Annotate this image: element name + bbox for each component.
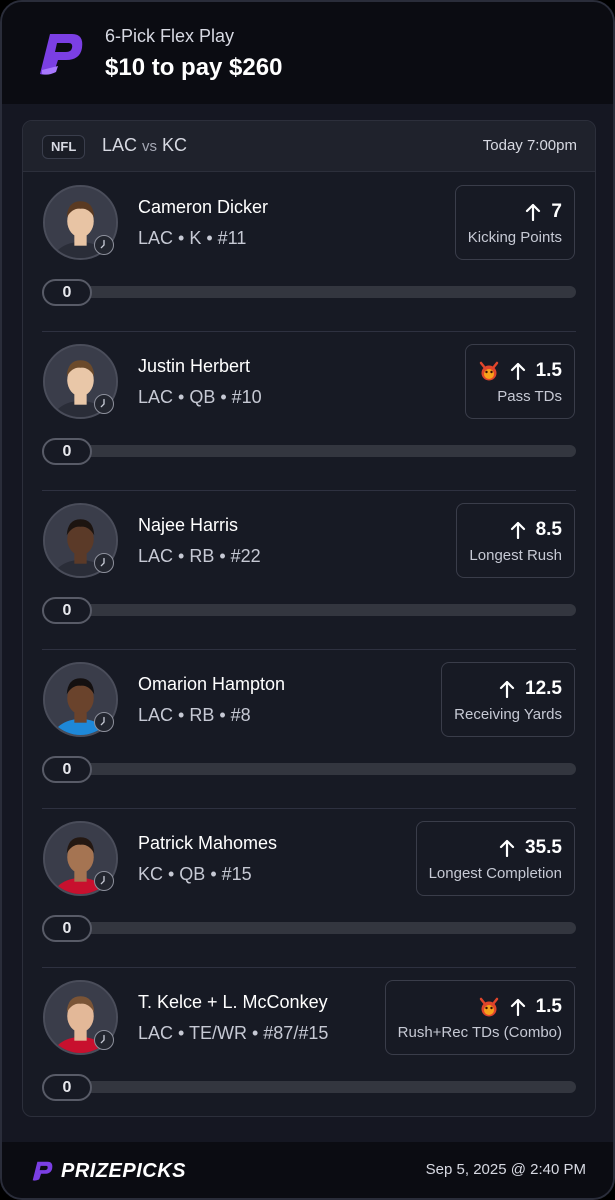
pick-row[interactable]: Patrick Mahomes KC • QB • #15 35.5 Longe… xyxy=(23,809,595,968)
player-name: Patrick Mahomes xyxy=(138,833,278,853)
prizepicks-logo-icon xyxy=(32,1161,53,1181)
line-value: 1.5 xyxy=(535,360,562,381)
projection-box[interactable]: 7 Kicking Points xyxy=(454,185,575,260)
stat-type: Pass TDs xyxy=(497,388,562,405)
progress-value: 0 xyxy=(42,597,92,624)
clock-icon xyxy=(94,871,114,891)
player-meta: LAC • RB • #22 xyxy=(138,546,261,566)
play-stake-payout: $10 to pay $260 xyxy=(105,54,283,81)
arrow-up-icon xyxy=(510,521,525,539)
projection-box[interactable]: 12.5 Receiving Yards xyxy=(441,662,575,737)
projection-line: 7 xyxy=(525,199,562,225)
stat-type: Kicking Points xyxy=(467,229,562,246)
arrow-up-icon xyxy=(510,362,525,380)
line-value: 35.5 xyxy=(525,837,562,858)
projection-box[interactable]: 1.5 Rush+Rec TDs (Combo) xyxy=(384,980,575,1055)
progress-value: 0 xyxy=(42,279,92,306)
league-badge: NFL xyxy=(42,135,86,159)
progress-track xyxy=(42,286,576,298)
team-home: LAC xyxy=(102,135,138,155)
picks-card: NFL LAC vs KC Today 7:00pm Cameron Dicke… xyxy=(22,120,596,1117)
progress-value: 0 xyxy=(42,915,92,942)
clock-icon xyxy=(94,712,114,732)
clock-icon xyxy=(94,235,114,255)
player-name: Omarion Hampton xyxy=(138,674,286,694)
progress-track xyxy=(42,604,576,616)
clock-icon xyxy=(94,1030,114,1050)
footer: PRIZEPICKS Sep 5, 2025 @ 2:40 PM xyxy=(2,1142,613,1198)
brand: PRIZEPICKS xyxy=(29,1158,186,1184)
team-away: KC xyxy=(162,135,188,155)
vs-label: vs xyxy=(142,138,158,155)
matchup: LAC vs KC xyxy=(102,135,187,156)
timestamp: Sep 5, 2025 @ 2:40 PM xyxy=(425,1161,586,1178)
projection-line: 1.5 xyxy=(478,994,562,1020)
stat-type: Rush+Rec TDs (Combo) xyxy=(397,1024,562,1041)
player-meta: LAC • TE/WR • #87/#15 xyxy=(138,1023,329,1043)
progress-track xyxy=(42,445,576,457)
stat-type: Longest Completion xyxy=(428,865,562,882)
player-meta: KC • QB • #15 xyxy=(138,864,252,884)
projection-box[interactable]: 35.5 Longest Completion xyxy=(415,821,575,896)
brand-name: PRIZEPICKS xyxy=(61,1159,187,1182)
projection-box[interactable]: 1.5 Pass TDs xyxy=(464,344,575,419)
entry-header: 6-Pick Flex Play $10 to pay $260 xyxy=(2,2,613,104)
game-header: NFL LAC vs KC Today 7:00pm xyxy=(23,121,595,172)
player-name: T. Kelce + L. McConkey xyxy=(138,992,328,1012)
pick-row[interactable]: Cameron Dicker LAC • K • #11 7 Kicking P… xyxy=(23,173,595,332)
player-meta: LAC • QB • #10 xyxy=(138,387,262,407)
progress-track xyxy=(42,763,576,775)
progress-value: 0 xyxy=(42,1074,92,1101)
arrow-up-icon xyxy=(499,839,515,857)
line-value: 12.5 xyxy=(525,678,562,699)
progress-track xyxy=(42,1081,576,1093)
clock-icon xyxy=(94,553,114,573)
player-meta: LAC • RB • #8 xyxy=(138,705,251,725)
pick-row[interactable]: Najee Harris LAC • RB • #22 8.5 Longest … xyxy=(23,491,595,650)
arrow-up-icon xyxy=(526,203,541,221)
projection-line: 12.5 xyxy=(499,676,562,702)
progress-value: 0 xyxy=(42,756,92,783)
demon-icon xyxy=(479,361,498,381)
projection-box[interactable]: 8.5 Longest Rush xyxy=(456,503,575,578)
entry-card-frame: 6-Pick Flex Play $10 to pay $260 NFL LAC… xyxy=(0,0,615,1200)
demon-icon xyxy=(479,997,498,1017)
progress-track xyxy=(42,922,576,934)
prizepicks-logo-icon xyxy=(40,34,83,75)
clock-icon xyxy=(94,394,114,414)
stat-type: Receiving Yards xyxy=(454,706,562,723)
line-value: 1.5 xyxy=(535,996,562,1017)
arrow-up-icon xyxy=(499,680,515,698)
player-name: Justin Herbert xyxy=(138,356,251,376)
player-meta: LAC • K • #11 xyxy=(138,228,247,248)
arrow-up-icon xyxy=(510,998,525,1016)
pick-row[interactable]: T. Kelce + L. McConkey LAC • TE/WR • #87… xyxy=(23,968,595,1116)
projection-line: 35.5 xyxy=(499,835,562,861)
progress-value: 0 xyxy=(42,438,92,465)
line-value: 8.5 xyxy=(535,519,562,540)
projection-line: 8.5 xyxy=(510,517,562,543)
pick-row[interactable]: Justin Herbert LAC • QB • #10 1.5 Pass T… xyxy=(23,332,595,491)
line-value: 7 xyxy=(551,201,562,222)
player-name: Najee Harris xyxy=(138,515,239,535)
pick-row[interactable]: Omarion Hampton LAC • RB • #8 12.5 Recei… xyxy=(23,650,595,809)
game-time: Today 7:00pm xyxy=(482,137,577,154)
play-type-title: 6-Pick Flex Play xyxy=(105,26,235,46)
player-name: Cameron Dicker xyxy=(138,197,269,217)
stat-type: Longest Rush xyxy=(469,547,562,564)
projection-line: 1.5 xyxy=(478,358,562,384)
